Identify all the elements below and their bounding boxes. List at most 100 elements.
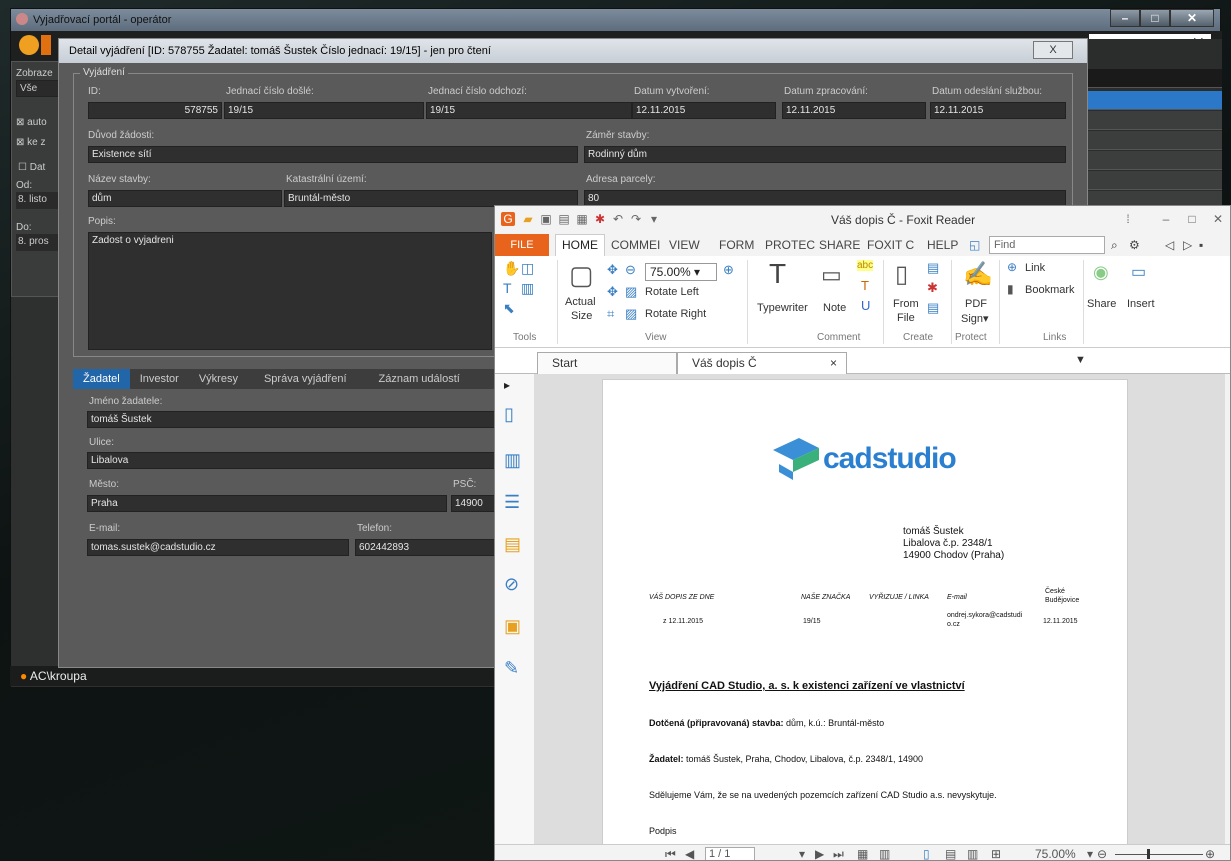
hand-icon[interactable]: ✋ — [503, 260, 520, 277]
share-icon[interactable]: ◉ — [1093, 262, 1109, 283]
last-page-icon[interactable]: ⏭ — [833, 847, 844, 860]
settings-icon[interactable]: ⚙ — [1129, 238, 1140, 252]
page-dropdown-icon[interactable]: ▾ — [799, 847, 805, 860]
dialog-titlebar[interactable]: Detail vyjádření [ID: 578755 Žadatel: to… — [59, 39, 1087, 63]
typewriter-icon[interactable]: T — [769, 258, 786, 290]
account-icon[interactable]: ▪ — [1199, 238, 1203, 252]
pdf-sign-icon[interactable]: ✍ — [963, 260, 993, 289]
tab-vykresy[interactable]: Výkresy — [189, 369, 248, 389]
tab-zadatel[interactable]: Žadatel — [73, 369, 130, 389]
new-icon[interactable]: ✱ — [593, 212, 607, 226]
menu-protect[interactable]: PROTEC — [765, 238, 815, 252]
rotate-right-icon[interactable]: ▨ — [625, 306, 637, 322]
status-zoom-value[interactable]: 75.00% — [1035, 847, 1076, 860]
fit-width-icon[interactable]: ✥ — [607, 284, 618, 300]
print-icon[interactable]: ▤ — [557, 212, 571, 226]
vertical-scrollbar[interactable] — [1225, 374, 1230, 844]
insert-button[interactable]: Insert — [1127, 298, 1155, 310]
single-page-icon[interactable]: ▯ — [923, 847, 930, 860]
pdf-sign-label[interactable]: PDF — [965, 298, 987, 310]
create-icon[interactable]: ✱ — [927, 280, 938, 296]
datum-checkbox[interactable]: ☐ Dat — [18, 162, 45, 173]
zamer-field[interactable]: Rodinný dům — [584, 146, 1066, 163]
jc-odchozi-field[interactable]: 19/15 — [426, 102, 632, 119]
zoom-slider-thumb[interactable] — [1147, 849, 1150, 859]
duvod-field[interactable]: Existence sítí — [88, 146, 578, 163]
pages-panel-icon[interactable]: ▥ — [504, 450, 521, 471]
tab-document[interactable]: Váš dopis Č × — [677, 352, 847, 374]
underline-icon[interactable]: U — [861, 298, 870, 313]
menu-file[interactable]: FILE — [495, 234, 549, 256]
continuous-icon[interactable]: ▦ — [857, 847, 868, 860]
foxit-minimize-icon[interactable]: – — [1159, 212, 1173, 226]
select-text-icon[interactable]: T — [503, 280, 512, 296]
zoom-out-icon[interactable]: ⊖ — [625, 262, 636, 278]
menu-share[interactable]: SHARE — [819, 238, 860, 252]
close-button[interactable]: ✕ — [1170, 9, 1214, 27]
popis-textarea[interactable]: Zadost o vyjadreni — [88, 232, 492, 350]
page-number-input[interactable]: 1 / 1 — [705, 847, 755, 860]
actual-size-label2[interactable]: Size — [571, 310, 592, 322]
foxit-titlebar[interactable]: G ▰ ▣ ▤ ▦ ✱ ↶ ↷ ▾ Váš dopis Č - Foxit Re… — [495, 206, 1230, 234]
customize-icon[interactable]: ▾ — [647, 212, 661, 226]
menu-help[interactable]: HELP — [927, 238, 958, 252]
next-result-icon[interactable]: ▷ — [1183, 238, 1192, 252]
rotate-left-button[interactable]: Rotate Left — [645, 286, 699, 298]
rotate-right-button[interactable]: Rotate Right — [645, 308, 706, 320]
zoom-in-icon[interactable]: ⊕ — [723, 262, 734, 278]
insert-icon[interactable]: ▭ — [1131, 262, 1146, 282]
search-icon[interactable]: ⌕ — [1111, 238, 1118, 253]
maximize-button[interactable]: □ — [1140, 9, 1170, 27]
menu-view[interactable]: VIEW — [669, 238, 700, 252]
from-file-label2[interactable]: File — [897, 312, 915, 324]
list-item[interactable] — [1086, 91, 1222, 110]
tab-sprava-vyjadreni[interactable]: Správa vyjádření — [248, 369, 363, 389]
from-file-icon[interactable]: ▯ — [895, 260, 908, 289]
telefon-field[interactable]: 602442893 — [355, 539, 497, 556]
create-icon[interactable]: ▤ — [927, 300, 939, 316]
tab-investor[interactable]: Investor — [130, 369, 189, 389]
actual-size-label[interactable]: Actual — [565, 296, 596, 308]
bookmarks-panel-icon[interactable]: ▯ — [504, 404, 514, 425]
highlight-icon[interactable]: abc — [857, 260, 874, 271]
prev-result-icon[interactable]: ◁ — [1165, 238, 1174, 252]
bookmark-icon[interactable]: ▮ — [1007, 282, 1014, 296]
zoom-in-status-icon[interactable]: ⊕ — [1205, 847, 1215, 860]
redo-icon[interactable]: ↷ — [629, 212, 643, 226]
jc-dosle-field[interactable]: 19/15 — [224, 102, 424, 119]
typewriter-button[interactable]: Typewriter — [757, 302, 808, 314]
tab-start[interactable]: Start — [537, 352, 677, 374]
id-field[interactable]: 578755 — [88, 102, 222, 119]
psc-field[interactable]: 14900 — [451, 495, 497, 512]
pdf-sign-label2[interactable]: Sign▾ — [961, 312, 989, 325]
nazev-field[interactable]: dům — [88, 190, 282, 207]
cover-page-icon[interactable]: ⊞ — [991, 847, 1001, 860]
note-button[interactable]: Note — [823, 302, 846, 314]
list-item[interactable] — [1086, 131, 1222, 150]
foxit-close-icon[interactable]: ✕ — [1211, 212, 1225, 226]
find-input[interactable]: Find — [989, 236, 1105, 254]
share-button[interactable]: Share — [1087, 298, 1116, 310]
zoom-slider[interactable] — [1115, 854, 1203, 855]
undo-icon[interactable]: ↶ — [611, 212, 625, 226]
link-button[interactable]: Link — [1025, 262, 1045, 274]
layers-panel-icon[interactable]: ☰ — [504, 492, 520, 513]
zoom-out-status-icon[interactable]: ⊖ — [1097, 847, 1107, 860]
ribbon-toggle-icon[interactable]: ⁞ — [1121, 212, 1135, 226]
tab-zaznam-udalosti[interactable]: Záznam událostí — [363, 369, 476, 389]
security-panel-icon[interactable]: ▣ — [504, 616, 521, 637]
menu-foxit-cloud[interactable]: FOXIT C — [867, 238, 914, 252]
comments-panel-icon[interactable]: ▤ — [504, 534, 521, 555]
note-icon[interactable]: ▭ — [821, 262, 842, 288]
attachments-panel-icon[interactable]: ⊘ — [504, 574, 519, 595]
zoom-select[interactable]: 75.00% ▾ — [645, 263, 717, 281]
first-page-icon[interactable]: ⏮ — [665, 847, 676, 860]
facing-page-icon[interactable]: ▥ — [967, 847, 978, 860]
datum-vytvoreni-field[interactable]: 12.11.2015 — [632, 102, 776, 119]
scan-icon[interactable]: ▦ — [575, 212, 589, 226]
fit-visible-icon[interactable]: ⌗ — [607, 306, 614, 322]
toolbar-icon[interactable] — [41, 35, 51, 55]
refresh-icon[interactable] — [19, 35, 39, 55]
list-item[interactable] — [1086, 111, 1222, 130]
from-file-label[interactable]: From — [893, 298, 919, 310]
